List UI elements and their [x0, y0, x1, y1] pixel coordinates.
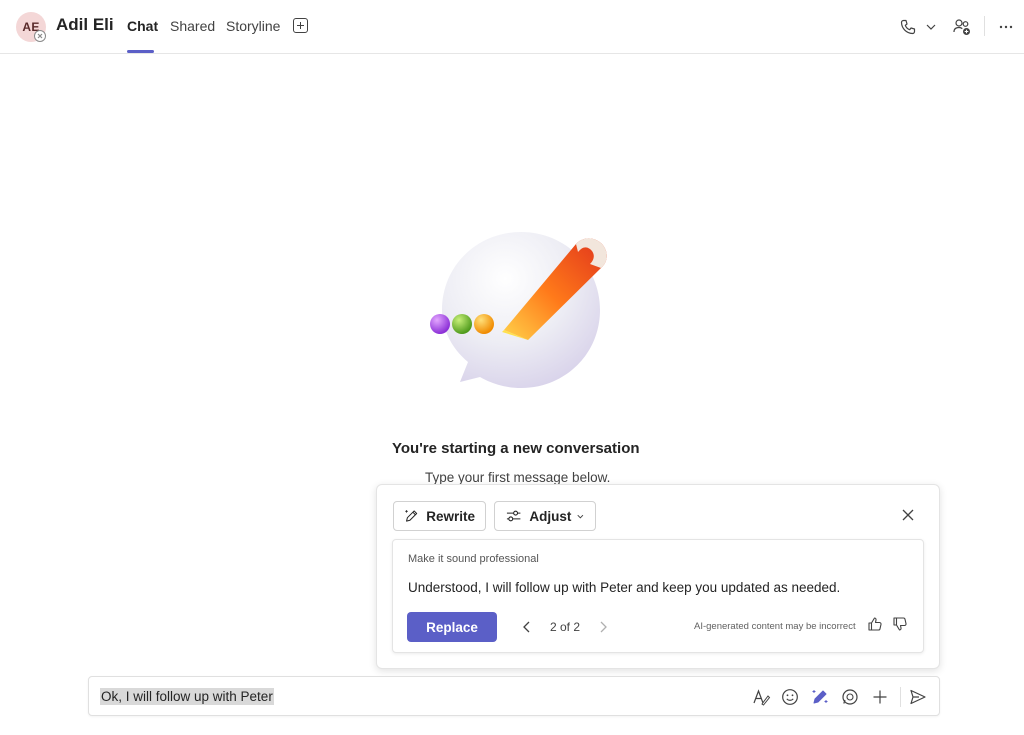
compose-divider: [900, 687, 901, 707]
compose-input-text[interactable]: Ok, I will follow up with Peter: [100, 688, 274, 705]
adjust-label: Adjust: [529, 508, 572, 524]
chevron-down-icon[interactable]: [920, 16, 942, 38]
close-icon[interactable]: [900, 507, 916, 523]
send-icon[interactable]: [908, 687, 928, 707]
chevron-left-icon[interactable]: [521, 619, 533, 635]
copilot-rewrite-panel: Rewrite Adjust Make it sound professiona…: [376, 484, 940, 669]
tab-shared[interactable]: Shared: [170, 18, 215, 34]
copilot-rewrite-icon[interactable]: [810, 687, 830, 707]
empty-state-subtitle: Type your first message below.: [425, 470, 611, 485]
plus-icon[interactable]: [870, 687, 890, 707]
chevron-down-icon: [577, 514, 584, 518]
thumbs-down-icon[interactable]: [892, 616, 908, 632]
emoji-icon[interactable]: [780, 687, 800, 707]
contact-name[interactable]: Adil Eli: [56, 15, 114, 35]
phone-icon[interactable]: [897, 16, 919, 38]
rewrite-button[interactable]: Rewrite: [393, 501, 486, 531]
format-icon[interactable]: [751, 687, 771, 707]
people-add-icon[interactable]: [951, 16, 973, 38]
tab-storyline[interactable]: Storyline: [226, 18, 280, 34]
empty-state-title: You're starting a new conversation: [392, 440, 640, 457]
sliders-icon: [506, 510, 521, 522]
rewrite-label: Rewrite: [426, 508, 475, 524]
suggestion-card: Make it sound professional Understood, I…: [392, 539, 924, 653]
ai-disclaimer: AI-generated content may be incorrect: [694, 621, 856, 632]
header-divider: [984, 16, 985, 36]
suggestion-text: Understood, I will follow up with Peter …: [408, 580, 841, 595]
suggestion-hint: Make it sound professional: [408, 553, 539, 565]
message-compose-box[interactable]: Ok, I will follow up with Peter: [88, 676, 940, 716]
new-conversation-illustration: [424, 222, 614, 397]
loop-icon[interactable]: [840, 687, 860, 707]
more-icon[interactable]: [995, 16, 1017, 38]
tab-chat[interactable]: Chat: [127, 18, 158, 34]
chat-header: AE Adil Eli Chat Shared Storyline: [0, 0, 1024, 54]
replace-button[interactable]: Replace: [407, 612, 497, 642]
thumbs-up-icon[interactable]: [867, 616, 883, 632]
adjust-dropdown[interactable]: Adjust: [494, 501, 596, 531]
pager-count: 2 of 2: [550, 620, 581, 634]
pen-sparkle-icon: [405, 510, 418, 522]
add-tab-icon[interactable]: [293, 18, 308, 33]
active-tab-indicator: [127, 50, 154, 53]
presence-offline-icon: [34, 30, 46, 42]
chevron-right-icon: [597, 619, 609, 635]
